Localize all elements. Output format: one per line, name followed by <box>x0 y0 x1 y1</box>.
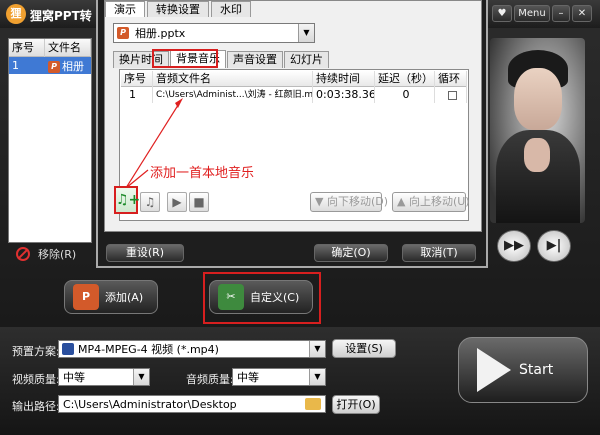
move-down-label: 向下移动(D) <box>326 195 389 208</box>
file-index: 1 <box>12 59 19 72</box>
start-label: Start <box>519 362 554 378</box>
music-delay[interactable]: 0 <box>375 87 435 103</box>
column-header[interactable]: 持续时间 <box>313 71 375 87</box>
app-title: 狸窝PPT转 <box>30 9 92 23</box>
tab-slide-timing[interactable]: 换片时间 <box>113 51 169 68</box>
settings-button[interactable]: 设置(S) <box>332 339 396 358</box>
column-header[interactable]: 序号 <box>9 39 45 57</box>
remove-icon <box>16 247 30 261</box>
audio-quality-label: 音频质量: <box>186 373 234 386</box>
ok-button[interactable]: 确定(O) <box>314 244 388 262</box>
tools-icon: ✂ <box>218 284 244 310</box>
table-row[interactable]: 1 C:\Users\Administ...\刘涛 - 红颜旧.mp3 0:03… <box>121 87 467 103</box>
settings-dialog: 演示 转换设置 水印 P 相册.pptx ▼ 换片时间 背景音乐 声音设置 幻灯… <box>96 0 488 268</box>
move-up-label: 向上移动(U) <box>408 195 470 208</box>
audio-quality-value: 中等 <box>237 371 259 384</box>
file-list-header: 序号 文件名 <box>9 39 91 57</box>
output-path-label: 输出路径: <box>12 400 60 413</box>
preview-figure <box>514 68 562 130</box>
add-button[interactable]: P 添加(A) <box>64 280 158 314</box>
move-down-button[interactable]: ▼ 向下移动(D) <box>310 192 388 212</box>
stop-icon[interactable]: ■ <box>189 192 209 212</box>
annotation-text: 添加一首本地音乐 <box>150 166 255 181</box>
column-header[interactable]: 音频文件名 <box>153 71 313 87</box>
file-list: 序号 文件名 1 P 相册 <box>8 38 92 243</box>
tab-slides[interactable]: 幻灯片 <box>284 51 329 68</box>
video-quality-value: 中等 <box>63 371 85 384</box>
close-icon[interactable]: ✕ <box>572 5 592 22</box>
music-duration: 0:03:38.367 <box>313 87 375 103</box>
preset-label: 预置方案: <box>12 345 60 358</box>
start-button[interactable]: Start <box>458 337 588 403</box>
tab-convert-settings[interactable]: 转换设置 <box>147 1 209 17</box>
audio-quality-select[interactable]: 中等 ▼ <box>232 368 326 386</box>
app-logo-icon: 狸 <box>6 4 26 24</box>
video-quality-label: 视频质量: <box>12 373 60 386</box>
pptx-file-icon: P <box>117 27 129 39</box>
forward-button[interactable]: ▶▶ <box>497 230 531 262</box>
ppt-file-select[interactable]: P 相册.pptx ▼ <box>113 23 315 43</box>
dropdown-arrow-icon[interactable]: ▼ <box>309 341 325 357</box>
music-table-header: 序号 音频文件名 持续时间 延迟（秒） 循环 <box>121 71 467 87</box>
open-button[interactable]: 打开(O) <box>332 395 380 414</box>
cancel-button[interactable]: 取消(T) <box>402 244 476 262</box>
custom-button[interactable]: ✂ 自定义(C) <box>209 280 313 314</box>
add-file-icon: P <box>73 284 99 310</box>
add-label: 添加(A) <box>105 291 144 304</box>
music-index: 1 <box>121 87 153 103</box>
column-header[interactable]: 文件名 <box>45 39 91 57</box>
preview-figure <box>524 138 550 172</box>
loop-checkbox[interactable] <box>447 90 457 100</box>
ppt-file-value: 相册.pptx <box>135 27 186 40</box>
playback-controls: ▶▶ ▶| <box>497 230 577 262</box>
skin-icon[interactable]: ♥ <box>492 5 512 22</box>
output-path-value: C:\Users\Administrator\Desktop <box>63 397 237 411</box>
tab-sound-settings[interactable]: 声音设置 <box>227 51 283 68</box>
move-up-button[interactable]: ▲ 向上移动(U) <box>392 192 470 212</box>
video-quality-select[interactable]: 中等 ▼ <box>58 368 150 386</box>
dialog-tabs: 演示 转换设置 水印 <box>105 1 253 17</box>
column-header[interactable]: 循环 <box>435 71 467 87</box>
file-name: 相册 <box>62 59 84 73</box>
sub-tabs: 换片时间 背景音乐 声音设置 幻灯片 <box>113 50 330 68</box>
preview-image <box>490 38 585 223</box>
music-file: C:\Users\Administ...\刘涛 - 红颜旧.mp3 <box>153 87 313 103</box>
tab-background-music[interactable]: 背景音乐 <box>170 50 226 68</box>
file-row[interactable]: 1 P 相册 <box>9 57 91 74</box>
preset-value: MP4-MPEG-4 视频 (*.mp4) <box>78 343 219 356</box>
dropdown-arrow-icon[interactable]: ▼ <box>298 24 314 42</box>
start-arrow-icon <box>477 348 511 392</box>
remove-button[interactable]: 移除(R) <box>16 246 76 262</box>
minimize-icon[interactable]: – <box>552 5 570 22</box>
custom-label: 自定义(C) <box>250 291 300 304</box>
add-music-button[interactable]: ♫+ <box>114 186 140 214</box>
play-icon[interactable]: ▶ <box>167 192 187 212</box>
tab-watermark[interactable]: 水印 <box>211 1 251 17</box>
loop-cell <box>435 87 467 103</box>
app-window: 狸 狸窝PPT转 ♥ Menu – ✕ 序号 文件名 1 P 相册 移除(R) ▶… <box>0 0 600 435</box>
dropdown-arrow-icon[interactable]: ▼ <box>133 369 149 385</box>
dropdown-arrow-icon[interactable]: ▼ <box>309 369 325 385</box>
tab-demo[interactable]: 演示 <box>105 1 145 17</box>
ppt-file-icon: P <box>48 60 60 73</box>
remove-music-icon[interactable]: ♫ <box>140 192 160 212</box>
column-header[interactable]: 延迟（秒） <box>375 71 435 87</box>
menu-button[interactable]: Menu <box>514 5 550 22</box>
file-name-cell: P 相册 <box>45 58 91 74</box>
remove-label: 移除(R) <box>38 248 77 261</box>
next-button[interactable]: ▶| <box>537 230 571 262</box>
mp4-icon <box>62 343 74 355</box>
folder-icon[interactable] <box>305 398 321 410</box>
reset-button[interactable]: 重设(R) <box>106 244 184 262</box>
column-header[interactable]: 序号 <box>121 71 153 87</box>
output-path-field[interactable]: C:\Users\Administrator\Desktop <box>58 395 326 413</box>
preset-select[interactable]: MP4-MPEG-4 视频 (*.mp4) ▼ <box>58 340 326 358</box>
